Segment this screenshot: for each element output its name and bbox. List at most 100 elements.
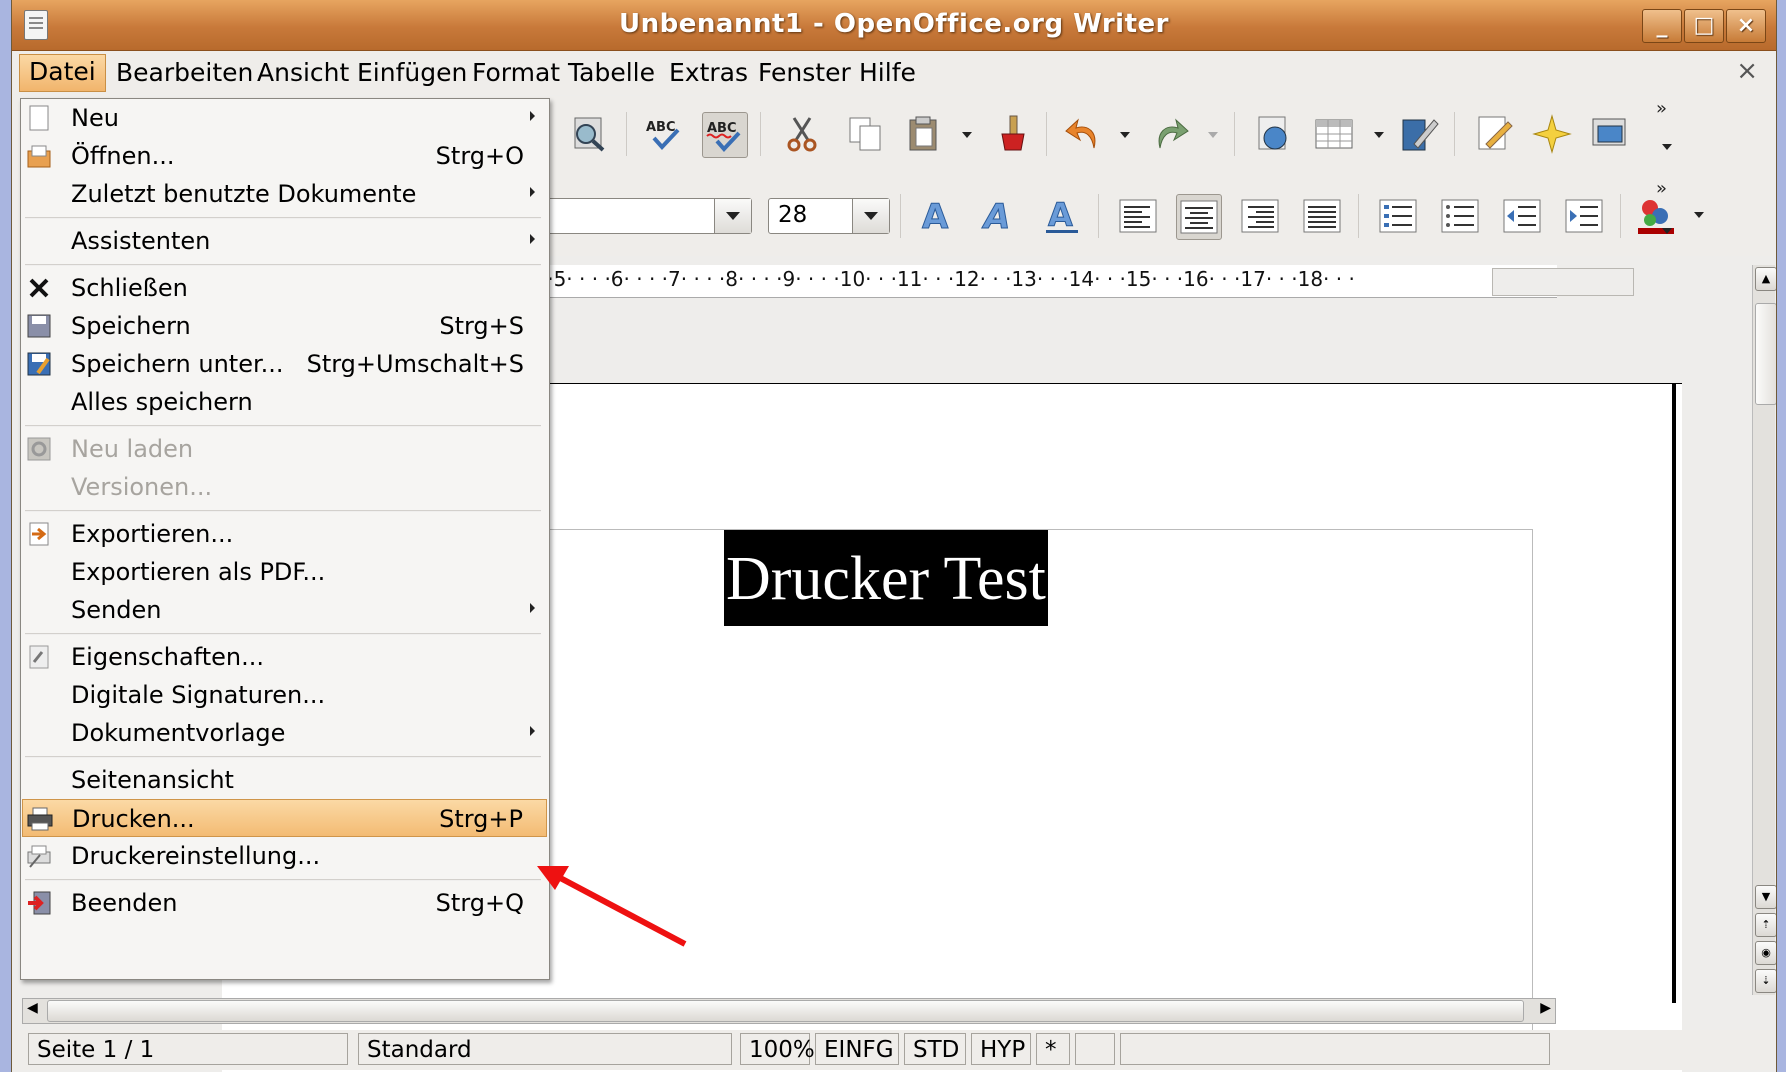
next-page-icon[interactable]: ⇣ xyxy=(1755,969,1776,993)
menu-item-seitenansicht[interactable]: Seitenansicht xyxy=(22,761,547,799)
status-insert-mode[interactable]: EINFG xyxy=(815,1033,899,1065)
menu-item-speichern[interactable]: Speichern Strg+S xyxy=(22,307,547,345)
menu-item-drucken[interactable]: Drucken... Strg+P xyxy=(22,799,547,837)
undo-icon[interactable] xyxy=(1062,112,1106,156)
close-button[interactable]: × xyxy=(1726,9,1766,43)
menu-item-alles-speichern[interactable]: Alles speichern xyxy=(22,383,547,421)
justify-icon[interactable] xyxy=(1300,194,1344,238)
menu-tabelle[interactable]: Tabelle xyxy=(559,56,664,90)
autospellcheck-icon[interactable]: ABC xyxy=(702,112,748,158)
paste-icon[interactable] xyxy=(902,112,946,156)
menu-datei[interactable]: Datei xyxy=(19,54,106,92)
status-page[interactable]: Seite 1 / 1 xyxy=(28,1033,348,1065)
font-size-box[interactable]: 28 xyxy=(768,198,890,234)
vertical-scroll-thumb[interactable] xyxy=(1755,303,1776,405)
status-object-info xyxy=(1120,1033,1550,1065)
format-toolbar-overflow-icon[interactable]: » xyxy=(1656,178,1667,199)
menu-item-senden[interactable]: Senden xyxy=(22,591,547,629)
menu-item-eigenschaften[interactable]: Eigenschaften... xyxy=(22,638,547,676)
navigator-icon[interactable] xyxy=(1530,112,1574,156)
underline-icon[interactable]: A xyxy=(1040,194,1084,238)
status-selection-mode[interactable]: STD xyxy=(904,1033,966,1065)
menu-bearbeiten[interactable]: Bearbeiten xyxy=(107,56,262,90)
copy-icon[interactable] xyxy=(844,112,888,156)
menu-item-exportieren[interactable]: Exportieren... xyxy=(22,515,547,553)
file-menu: Neu Öffnen... Strg+O Zuletzt benutzte Dok… xyxy=(20,98,550,980)
toolbar-options-icon[interactable] xyxy=(1662,144,1672,150)
properties-icon xyxy=(29,645,49,669)
title-bar[interactable]: Unbenannt1 - OpenOffice.org Writer _ □ × xyxy=(12,0,1776,51)
status-style[interactable]: Standard xyxy=(358,1033,732,1065)
cut-icon[interactable] xyxy=(780,112,824,156)
minimize-button[interactable]: _ xyxy=(1642,9,1682,43)
hyperlink-icon[interactable] xyxy=(1252,112,1296,156)
menu-extras[interactable]: Extras xyxy=(660,56,757,90)
bold-icon[interactable]: A xyxy=(914,194,958,238)
menu-item-digitale-signaturen[interactable]: Digitale Signaturen... xyxy=(22,676,547,714)
menu-format[interactable]: Format xyxy=(463,56,569,90)
menu-item-druckereinstellung[interactable]: Druckereinstellung... xyxy=(22,837,547,875)
italic-icon[interactable]: A xyxy=(976,194,1020,238)
scroll-up-icon[interactable]: ▲ xyxy=(1755,267,1776,291)
horizontal-ruler[interactable]: ·4· · · ·5· · · ·6· · · ·7· · · ·8· · · … xyxy=(482,265,1634,298)
align-right-icon[interactable] xyxy=(1238,194,1282,238)
status-hyperlink-mode[interactable]: HYP xyxy=(971,1033,1031,1065)
status-zoom[interactable]: 100% xyxy=(740,1033,815,1065)
menu-item-speichern-unter[interactable]: Speichern unter... Strg+Umschalt+S xyxy=(22,345,547,383)
submenu-arrow-icon xyxy=(530,603,535,613)
menu-item-zuletzt[interactable]: Zuletzt benutzte Dokumente xyxy=(22,175,547,213)
document-heading[interactable]: Drucker Test xyxy=(724,530,1048,626)
horizontal-scroll-thumb[interactable] xyxy=(47,1000,1524,1022)
format-toolbar-options-icon[interactable] xyxy=(1662,228,1672,234)
menu-item-oeffnen[interactable]: Öffnen... Strg+O xyxy=(22,137,547,175)
redo-icon[interactable] xyxy=(1148,112,1192,156)
font-name-dropdown-icon[interactable] xyxy=(714,199,751,233)
menu-item-neu[interactable]: Neu xyxy=(22,99,547,137)
decrease-indent-icon[interactable] xyxy=(1500,194,1544,238)
scroll-left-icon[interactable]: ◀ xyxy=(27,1000,38,1016)
increase-indent-icon[interactable] xyxy=(1562,194,1606,238)
gallery-icon[interactable] xyxy=(1588,112,1632,156)
menu-item-neu-laden: Neu laden xyxy=(22,430,547,468)
font-color-dropdown-icon[interactable] xyxy=(1694,212,1704,218)
undo-dropdown-icon[interactable] xyxy=(1120,132,1130,138)
bullets-icon[interactable] xyxy=(1438,194,1482,238)
menu-item-schliessen[interactable]: Schließen xyxy=(22,269,547,307)
scroll-right-icon[interactable]: ▶ xyxy=(1540,1000,1551,1016)
numbering-icon[interactable] xyxy=(1376,194,1420,238)
redo-dropdown-icon[interactable] xyxy=(1208,132,1218,138)
show-draw-functions-icon[interactable] xyxy=(1398,112,1442,156)
menu-item-exportieren-pdf[interactable]: Exportieren als PDF... xyxy=(22,553,547,591)
scroll-down-icon[interactable]: ▼ xyxy=(1755,885,1776,909)
menu-item-dokumentvorlage[interactable]: Dokumentvorlage xyxy=(22,714,547,752)
maximize-button[interactable]: □ xyxy=(1684,9,1724,43)
align-left-icon[interactable] xyxy=(1116,194,1160,238)
new-document-icon xyxy=(29,105,49,131)
format-paintbrush-icon[interactable] xyxy=(990,112,1034,156)
table-dropdown-icon[interactable] xyxy=(1374,132,1384,138)
navigation-icon[interactable]: ◉ xyxy=(1755,941,1776,965)
paste-dropdown-icon[interactable] xyxy=(962,132,972,138)
previous-page-icon[interactable]: ⇡ xyxy=(1755,913,1776,937)
toolbar-overflow-icon[interactable]: » xyxy=(1656,98,1667,119)
menu-item-beenden[interactable]: Beenden Strg+Q xyxy=(22,884,547,922)
close-document-icon[interactable]: × xyxy=(1736,56,1758,86)
ruler-margin xyxy=(1492,268,1634,296)
status-signature[interactable] xyxy=(1075,1033,1115,1065)
printer-icon xyxy=(27,807,53,831)
menu-item-assistenten[interactable]: Assistenten xyxy=(22,222,547,260)
table-icon[interactable] xyxy=(1312,112,1356,156)
print-preview-icon[interactable] xyxy=(567,112,611,156)
spellcheck-icon[interactable]: ABC xyxy=(642,112,686,156)
menu-hilfe[interactable]: Hilfe xyxy=(850,56,925,90)
align-center-icon[interactable] xyxy=(1176,194,1222,240)
horizontal-scrollbar[interactable]: ◀ ▶ xyxy=(22,998,1556,1024)
find-replace-icon[interactable] xyxy=(1472,112,1516,156)
printer-settings-icon xyxy=(27,845,51,868)
vertical-scrollbar[interactable]: ▲ ▼ ⇡ ◉ ⇣ xyxy=(1752,265,1776,995)
font-size-dropdown-icon[interactable] xyxy=(852,199,889,233)
menu-fenster[interactable]: Fenster xyxy=(749,56,860,90)
menu-einfuegen[interactable]: Einfügen xyxy=(348,56,476,90)
menu-ansicht[interactable]: Ansicht xyxy=(248,56,358,90)
svg-text:A: A xyxy=(1048,196,1073,234)
